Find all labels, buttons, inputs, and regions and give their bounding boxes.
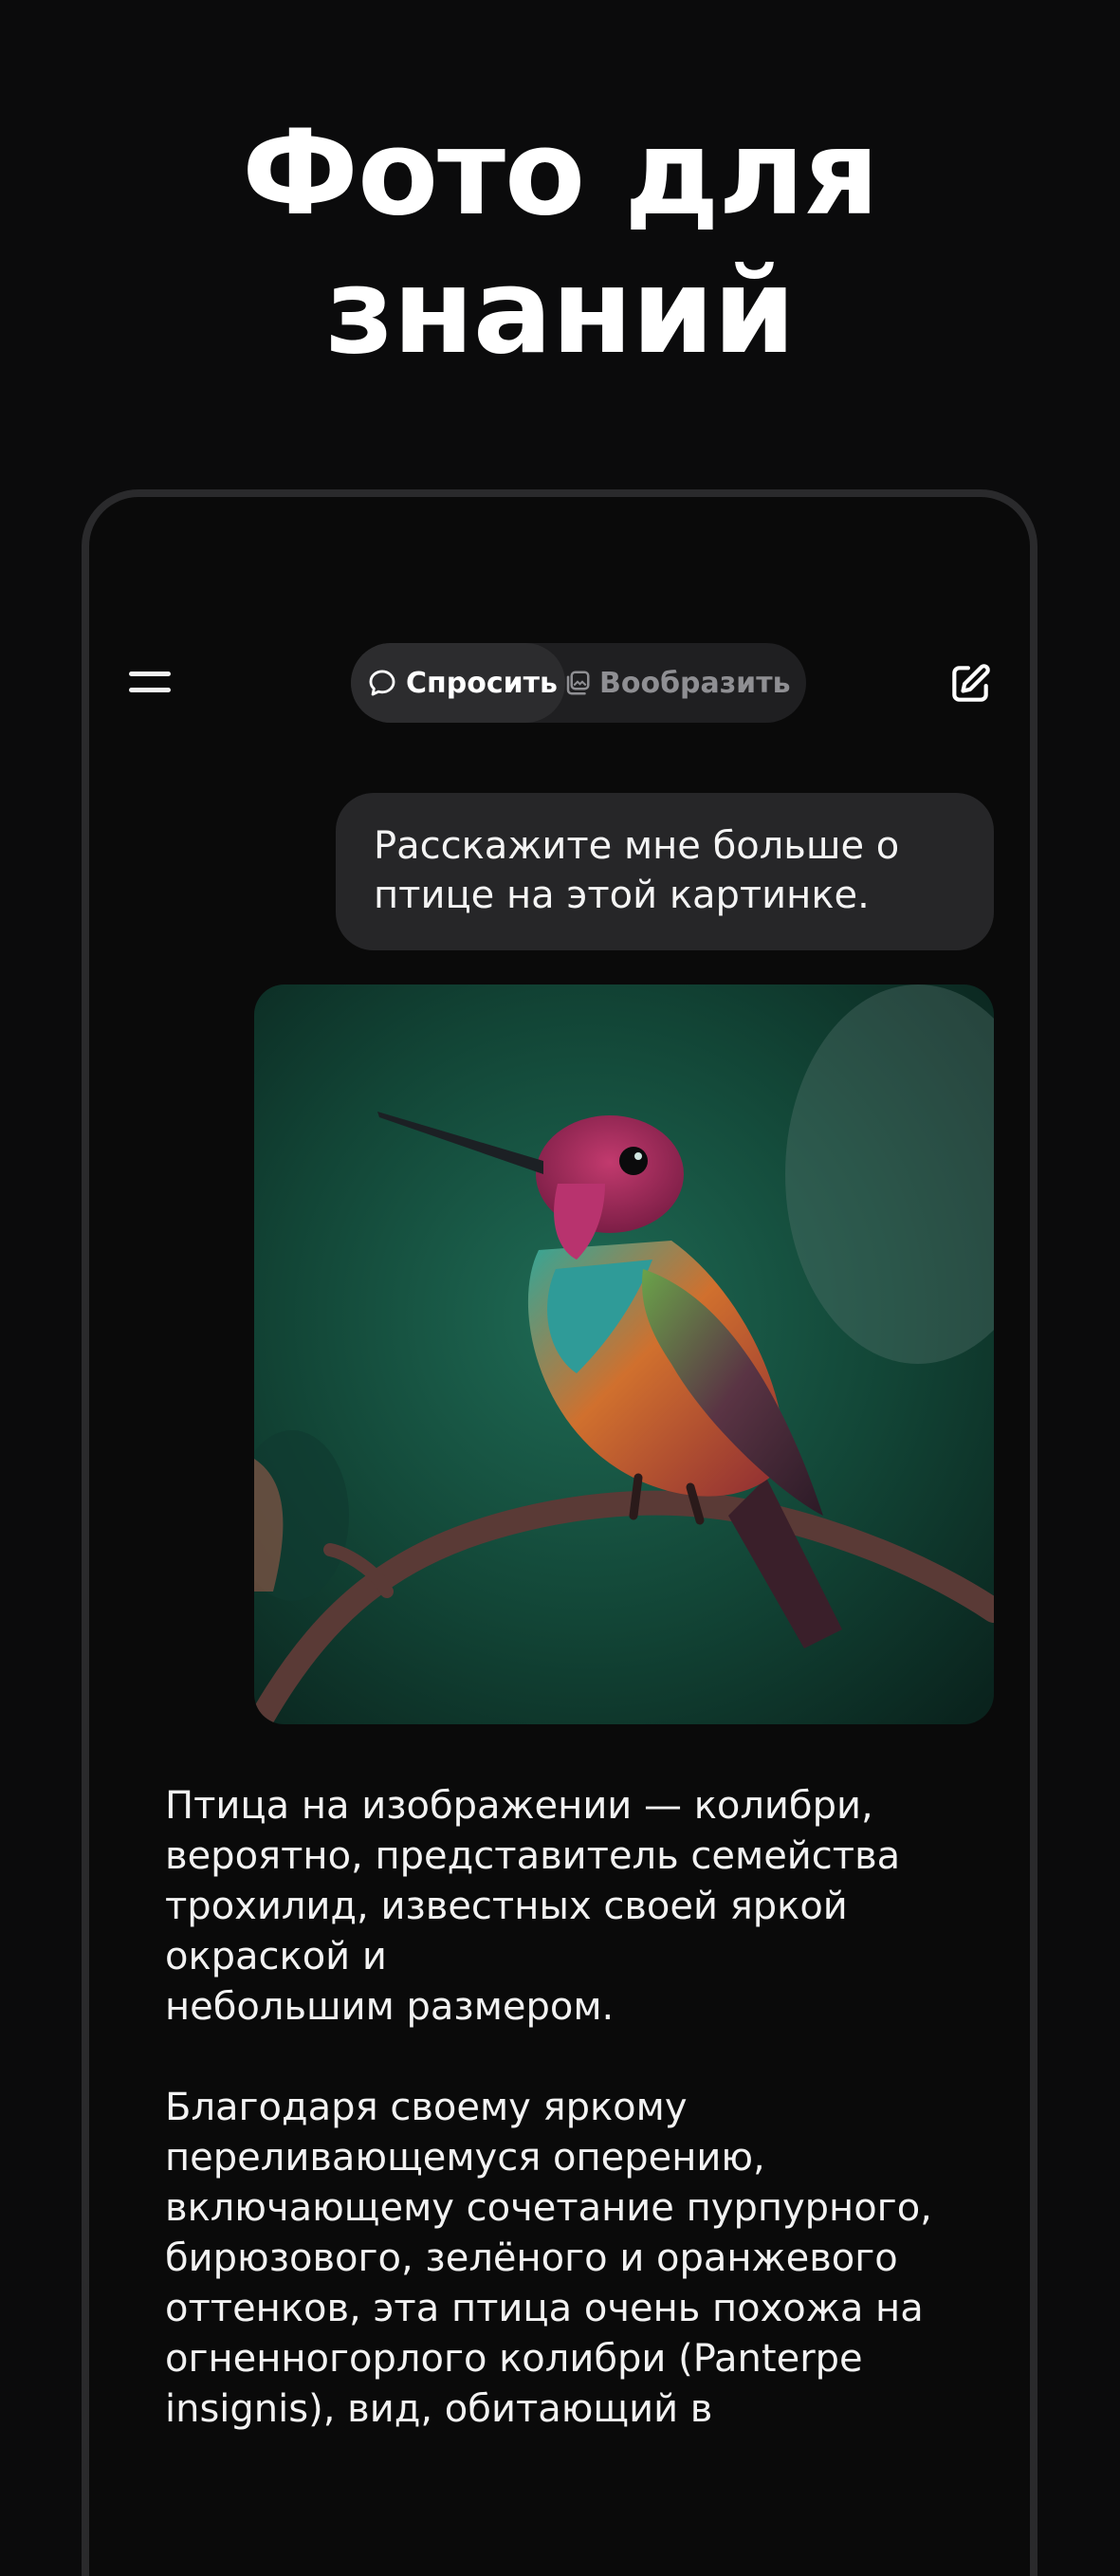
image-stack-icon	[566, 671, 590, 695]
attached-image-hummingbird[interactable]	[254, 984, 994, 1724]
mode-switcher: Спросить Вообразить	[351, 643, 806, 723]
tab-imagine[interactable]: Вообразить	[560, 643, 802, 723]
chat-bubble-icon	[369, 670, 395, 696]
compose-edit-icon[interactable]	[946, 660, 994, 708]
user-message-bubble: Расскажите мне больше о птице на этой ка…	[336, 793, 994, 950]
tab-ask-label: Спросить	[406, 666, 558, 700]
promo-headline-line1: Фото для	[242, 105, 879, 242]
phone-frame: Спросить Вообразить Расскажите мне больш…	[82, 489, 1037, 2576]
tab-ask[interactable]: Спросить	[351, 643, 565, 723]
app-topbar: Спросить Вообразить	[89, 639, 1030, 725]
answer-paragraph-1: Птица на изображении — колибри, вероятно…	[165, 1784, 901, 2029]
hamburger-menu-icon[interactable]	[127, 663, 174, 701]
user-message-text: Расскажите мне больше о птице на этой ка…	[374, 824, 900, 917]
promo-headline: Фото для знаний	[0, 104, 1120, 381]
assistant-answer: Птица на изображении — колибри, вероятно…	[165, 1781, 990, 2485]
tab-imagine-label: Вообразить	[599, 666, 791, 700]
answer-paragraph-2: Благодаря своему яркому переливающемуся …	[165, 2086, 932, 2431]
promo-headline-line2: знаний	[325, 244, 796, 380]
